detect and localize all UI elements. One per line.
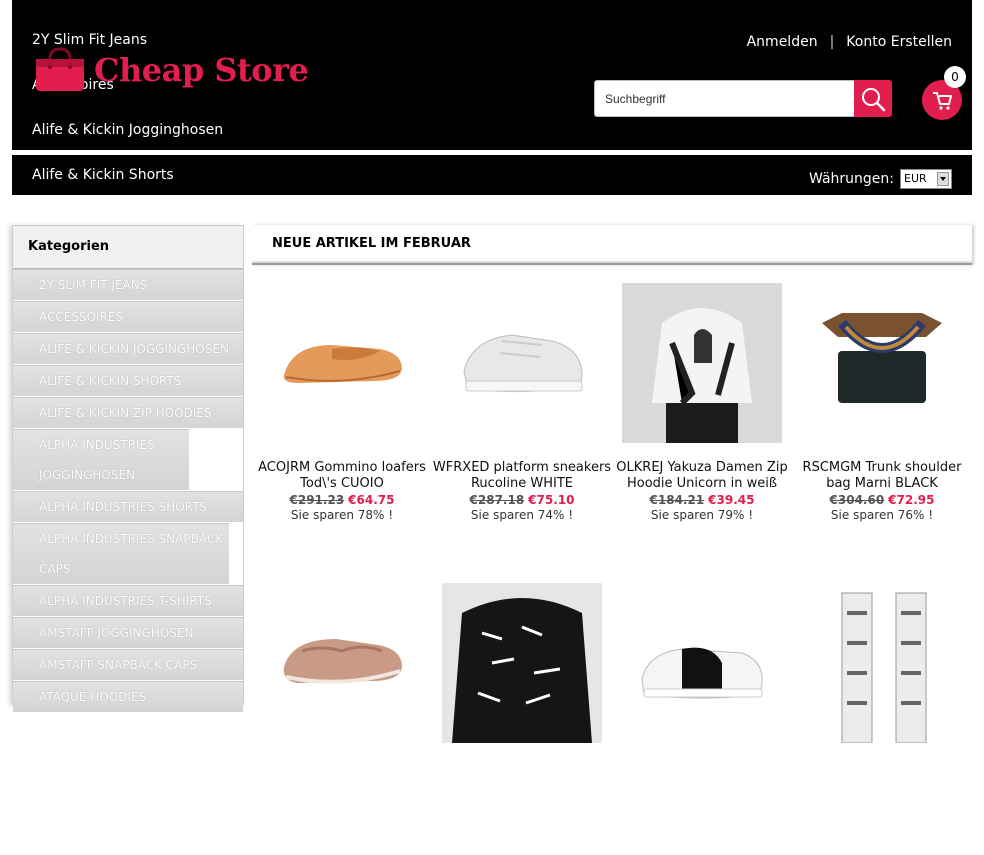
pink-loafer-icon[interactable]: [262, 583, 422, 743]
product-name[interactable]: OLKREJ Yakuza Damen Zip Hoodie Unicorn i…: [612, 460, 792, 492]
sidebar-title: Kategorien: [13, 226, 243, 269]
account-links: Anmelden | Konto Erstellen: [747, 34, 952, 50]
category-item[interactable]: Alpha Industries Snapback Caps: [13, 523, 229, 585]
savings-text: Sie sparen 76% !: [830, 508, 934, 522]
category-item[interactable]: 2Y Slim Fit Jeans: [13, 269, 243, 301]
sub-header-bar: Alife & Kickin Shorts Währungen: EUR: [12, 155, 972, 195]
crystal-earrings-icon[interactable]: [802, 583, 962, 744]
category-item[interactable]: Amstaff Jogginghosen: [13, 617, 243, 649]
old-price: €184.21: [649, 493, 705, 507]
product-card[interactable]: [432, 583, 612, 855]
sale-price: €64.75: [348, 493, 395, 507]
cart-icon: [933, 92, 952, 110]
category-item[interactable]: Alpha Industries Jogginghosen: [13, 429, 189, 491]
category-item[interactable]: Accessoires: [13, 301, 243, 333]
product-name[interactable]: WFRXED platform sneakers Rucoline WHITE: [432, 460, 612, 492]
category-item[interactable]: Ataque Hoodies: [13, 681, 243, 713]
product-name[interactable]: RSCMGM Trunk shoulder bag Marni BLACK: [792, 460, 972, 492]
product-card[interactable]: OLKREJ Yakuza Damen Zip Hoodie Unicorn i…: [612, 283, 792, 555]
chevron-down-icon: [937, 172, 949, 186]
cart-count-badge: 0: [944, 66, 966, 88]
category-sidebar: Kategorien 2Y Slim Fit Jeans Accessoires…: [12, 225, 244, 713]
printed-sweater-photo[interactable]: [442, 583, 602, 743]
shoulder-bag-icon[interactable]: [802, 283, 962, 443]
product-card[interactable]: [792, 583, 972, 855]
currency-selector: Währungen: EUR: [809, 169, 952, 189]
category-item[interactable]: Amstaff Snapback Caps: [13, 649, 243, 681]
search-icon: [862, 87, 886, 111]
currency-label: Währungen:: [809, 171, 894, 187]
shopping-bag-icon: [32, 47, 88, 93]
category-item[interactable]: Alife & Kickin Zip Hoodies: [13, 397, 243, 429]
hoodie-model-photo[interactable]: [622, 283, 782, 443]
sale-price: €72.95: [888, 493, 935, 507]
old-price: €304.60: [829, 493, 885, 507]
search-button[interactable]: [854, 80, 892, 117]
product-card[interactable]: ACOJRM Gommino loafers Tod\'s CUOIO €291…: [252, 283, 432, 555]
login-link[interactable]: Anmelden: [747, 34, 818, 50]
tan-loafer-icon[interactable]: [262, 283, 422, 443]
store-logo[interactable]: Cheap Store: [32, 44, 309, 96]
category-item[interactable]: Alife & Kickin Jogginghosen: [13, 333, 243, 365]
savings-text: Sie sparen 78% !: [290, 508, 394, 522]
search-input[interactable]: [594, 80, 856, 117]
product-card[interactable]: [612, 583, 792, 855]
sale-price: €39.45: [708, 493, 755, 507]
savings-text: Sie sparen 79% !: [650, 508, 754, 522]
product-name[interactable]: ACOJRM Gommino loafers Tod\'s CUOIO: [252, 460, 432, 492]
product-card[interactable]: [252, 583, 432, 855]
currency-value: EUR: [904, 172, 927, 185]
old-price: €291.23: [289, 493, 345, 507]
old-price: €287.18: [469, 493, 525, 507]
product-grid: ACOJRM Gommino loafers Tod\'s CUOIO €291…: [252, 283, 972, 855]
category-list: 2Y Slim Fit Jeans Accessoires Alife & Ki…: [13, 269, 243, 713]
category-item[interactable]: Alpha Industries T-Shirts: [13, 585, 243, 617]
white-sneaker-icon[interactable]: [442, 283, 602, 443]
category-item[interactable]: Alpha Industries Shorts: [13, 491, 243, 523]
black-white-sneaker-icon[interactable]: [622, 583, 782, 743]
topnav-link-jogginghosen[interactable]: Alife & Kickin Jogginghosen: [32, 122, 223, 138]
sale-price: €75.10: [528, 493, 575, 507]
topnav-link-shorts[interactable]: Alife & Kickin Shorts: [32, 167, 174, 183]
register-link[interactable]: Konto Erstellen: [846, 34, 952, 50]
main-content: NEUE ARTIKEL IM FEBRUAR ACOJRM Gommino l…: [252, 225, 972, 744]
section-title: NEUE ARTIKEL IM FEBRUAR: [252, 225, 972, 265]
link-separator: |: [829, 34, 835, 50]
savings-text: Sie sparen 74% !: [470, 508, 574, 522]
site-header: 2Y Slim Fit Jeans Accessoires Alife & Ki…: [12, 0, 972, 150]
product-card[interactable]: WFRXED platform sneakers Rucoline WHITE …: [432, 283, 612, 555]
category-item[interactable]: Alife & Kickin Shorts: [13, 365, 243, 397]
product-card[interactable]: RSCMGM Trunk shoulder bag Marni BLACK €3…: [792, 283, 972, 555]
logo-text: Cheap Store: [94, 51, 309, 89]
currency-dropdown[interactable]: EUR: [900, 169, 952, 189]
